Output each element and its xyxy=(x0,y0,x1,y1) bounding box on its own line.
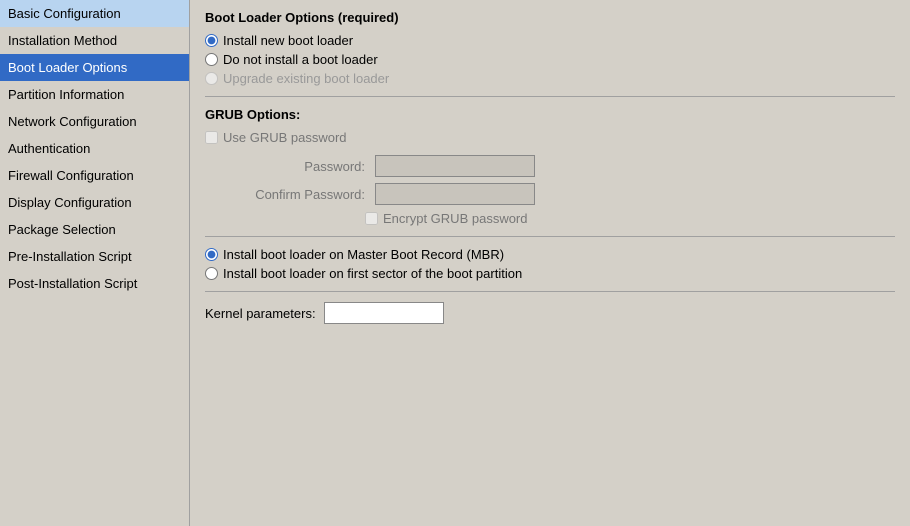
sidebar-item-pre-installation-script[interactable]: Pre-Installation Script xyxy=(0,243,189,270)
separator-3 xyxy=(205,291,895,292)
boot-loader-section: Boot Loader Options (required) Install n… xyxy=(205,10,895,86)
separator-2 xyxy=(205,236,895,237)
boot-loader-section-title: Boot Loader Options (required) xyxy=(205,10,895,25)
install-location-radio-1[interactable] xyxy=(205,267,218,280)
sidebar-item-firewall-configuration[interactable]: Firewall Configuration xyxy=(0,162,189,189)
sidebar-item-post-installation-script[interactable]: Post-Installation Script xyxy=(0,270,189,297)
install-location-radio-0[interactable] xyxy=(205,248,218,261)
confirm-password-input[interactable] xyxy=(375,183,535,205)
confirm-password-row: Confirm Password: xyxy=(225,183,895,205)
use-grub-password-checkbox[interactable] xyxy=(205,131,218,144)
kernel-row: Kernel parameters: xyxy=(205,302,895,324)
encrypt-row: Encrypt GRUB password xyxy=(365,211,895,226)
boot-loader-radio-1[interactable] xyxy=(205,53,218,66)
sidebar-item-display-configuration[interactable]: Display Configuration xyxy=(0,189,189,216)
sidebar-item-boot-loader-options[interactable]: Boot Loader Options xyxy=(0,54,189,81)
boot-loader-radio-2 xyxy=(205,72,218,85)
install-location-option-1[interactable]: Install boot loader on first sector of t… xyxy=(205,266,895,281)
grub-section: GRUB Options: Use GRUB password Password… xyxy=(205,107,895,226)
password-input[interactable] xyxy=(375,155,535,177)
sidebar-item-authentication[interactable]: Authentication xyxy=(0,135,189,162)
encrypt-grub-checkbox[interactable] xyxy=(365,212,378,225)
main-content: Boot Loader Options (required) Install n… xyxy=(190,0,910,526)
password-row: Password: xyxy=(225,155,895,177)
separator-1 xyxy=(205,96,895,97)
sidebar-item-basic-configuration[interactable]: Basic Configuration xyxy=(0,0,189,27)
encrypt-grub-label[interactable]: Encrypt GRUB password xyxy=(383,211,528,226)
use-grub-password-row: Use GRUB password xyxy=(205,130,895,145)
use-grub-password-label[interactable]: Use GRUB password xyxy=(223,130,347,145)
boot-loader-option-2: Upgrade existing boot loader xyxy=(205,71,895,86)
sidebar-item-package-selection[interactable]: Package Selection xyxy=(0,216,189,243)
install-location-radio-group: Install boot loader on Master Boot Recor… xyxy=(205,247,895,281)
boot-loader-radio-group: Install new boot loader Do not install a… xyxy=(205,33,895,86)
boot-loader-radio-0[interactable] xyxy=(205,34,218,47)
sidebar-item-partition-information[interactable]: Partition Information xyxy=(0,81,189,108)
password-label: Password: xyxy=(225,159,375,174)
boot-loader-option-1[interactable]: Do not install a boot loader xyxy=(205,52,895,67)
sidebar-item-installation-method[interactable]: Installation Method xyxy=(0,27,189,54)
sidebar-item-network-configuration[interactable]: Network Configuration xyxy=(0,108,189,135)
grub-section-title: GRUB Options: xyxy=(205,107,895,122)
kernel-label: Kernel parameters: xyxy=(205,306,316,321)
kernel-parameters-input[interactable] xyxy=(324,302,444,324)
boot-loader-option-0[interactable]: Install new boot loader xyxy=(205,33,895,48)
sidebar: Basic ConfigurationInstallation MethodBo… xyxy=(0,0,190,526)
install-location-option-0[interactable]: Install boot loader on Master Boot Recor… xyxy=(205,247,895,262)
confirm-password-label: Confirm Password: xyxy=(225,187,375,202)
